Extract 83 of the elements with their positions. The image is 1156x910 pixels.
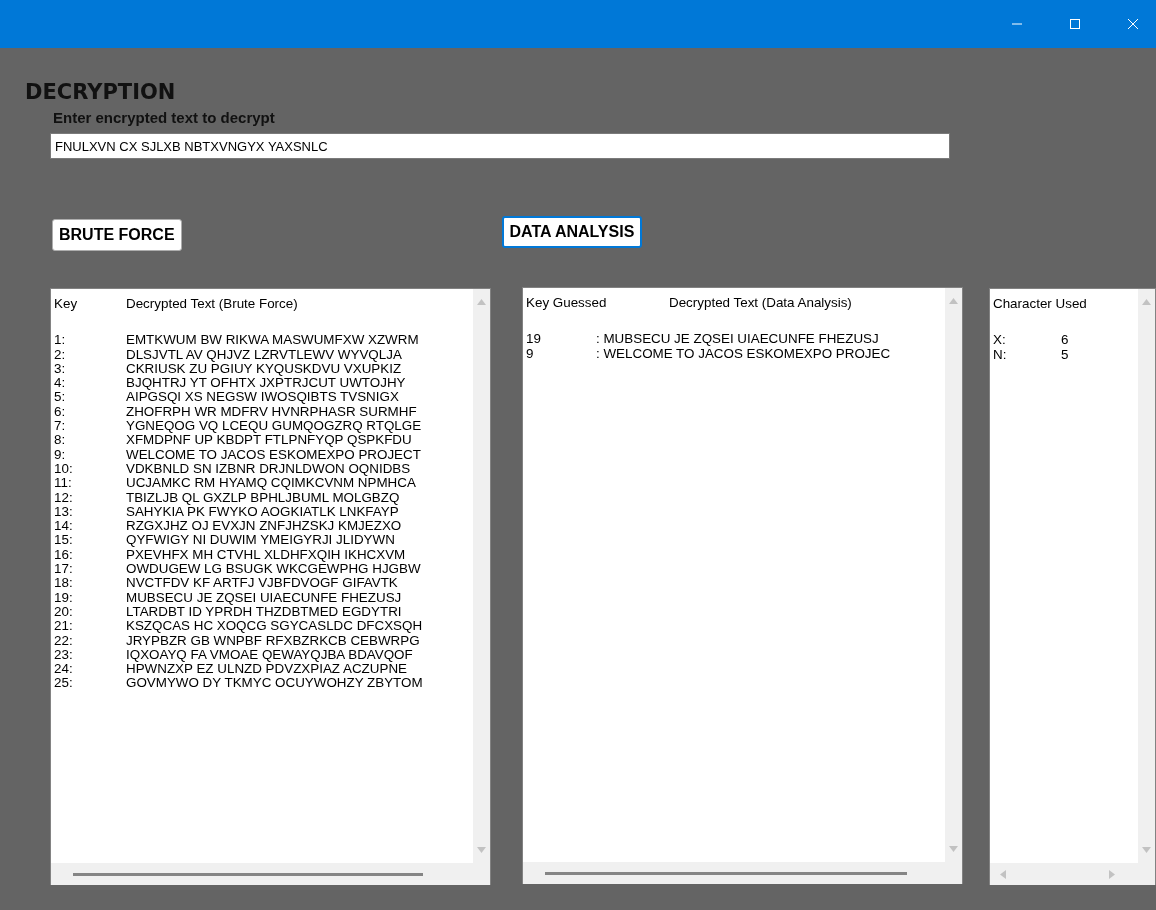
scroll-down-icon[interactable] bbox=[477, 847, 486, 853]
key-cell-text: 8: bbox=[54, 433, 67, 448]
key-cell-text: 19: bbox=[54, 590, 74, 605]
key-cell-text: 25: bbox=[54, 676, 74, 691]
key-cell-text: 18: bbox=[54, 576, 74, 591]
scrollbar-thumb[interactable] bbox=[545, 871, 907, 875]
text-cell: HPWNZXP EZ ULNZD PDVZXPIAZ ACZUPNE bbox=[126, 662, 407, 677]
text-cell: YGNEQOG VQ LCEQU GUMQOGZRQ RTQLGE bbox=[126, 419, 422, 434]
maximize-icon[interactable] bbox=[1069, 18, 1081, 30]
text-cell: NVCTFDV KF ARTFJ VJBFDVOGF GIFAVTK bbox=[126, 576, 398, 591]
count-cell: 6 bbox=[1061, 333, 1069, 348]
text-cell: CKRIUSK ZU PGIUY KYQUSKDVU VXUPKIZ bbox=[126, 361, 402, 377]
column-header: Decrypted Text (Brute Force) bbox=[126, 297, 298, 312]
text-cell: TBIZLJB QL GXZLP BPHLJBUML MOLGBZQ bbox=[126, 490, 400, 505]
brute-force-button[interactable]: BRUTE FORCE bbox=[52, 219, 182, 251]
scroll-up-icon[interactable] bbox=[1142, 299, 1151, 305]
key-cell-text: 16: bbox=[54, 547, 74, 563]
key-cell-text: 23: bbox=[54, 647, 74, 663]
text-cell: JRYPBZR GB WNPBF RFXBZRKCB CEBWRPG bbox=[126, 633, 420, 648]
key-cell-text: 24: bbox=[54, 662, 74, 677]
text-cell: QYFWIGY NI DUWIM YMEIGYRJI JLIDYWN bbox=[126, 533, 395, 548]
text-cell: EMTKWUM BW RIKWA MASWUMFXW XZWRM bbox=[126, 333, 419, 348]
text-cell: SAHYKIA PK FWYKO AOGKIATLK LNKFAYP bbox=[126, 504, 399, 520]
key-cell-text: 5: bbox=[54, 390, 67, 405]
text-cell: XFMDPNF UP KBDPT FTLPNFYQP QSPKFDU bbox=[126, 433, 412, 448]
text-cell: BJQHTRJ YT OFHTX JXPTRJCUT UWTOJHY bbox=[126, 376, 406, 391]
scrollbar-thumb[interactable] bbox=[73, 872, 423, 876]
text-cell: PXEVHFX MH CTVHL XLDHFXQIH IKHCXVM bbox=[126, 547, 406, 563]
key-cell-text: 4: bbox=[54, 376, 67, 391]
count-cell: 5 bbox=[1061, 347, 1069, 362]
column-header: Character Used bbox=[993, 297, 1087, 312]
text-cell: DLSJVTL AV QHJVZ LZRVTLEWV WYVQLJA bbox=[126, 347, 402, 362]
key-cell-text: 2: bbox=[54, 347, 67, 362]
text-cell: VDKBNLD SN IZBNR DRJNLDWON OQNIDBS bbox=[126, 461, 411, 477]
text-cell: WELCOME TO JACOS ESKOMEXPO PROJECT bbox=[126, 447, 421, 462]
key-cell-text: 22: bbox=[54, 633, 74, 648]
text-cell: KSZQCAS HC XOQCG SGYCASLDC DFCXSQH bbox=[126, 619, 423, 634]
text-cell: MUBSECU JE ZQSEI UIAECUNFE FHEZUSJ bbox=[126, 590, 402, 605]
column-header: Decrypted Text (Data Analysis) bbox=[669, 296, 852, 311]
page-heading: DECRYPTION bbox=[25, 80, 176, 104]
column-header: Key Guessed bbox=[526, 296, 608, 311]
text-cell: ZHOFRPH WR MDFRV HVNRPHASR SURMHF bbox=[126, 404, 417, 420]
key-cell-text: 9 bbox=[526, 346, 535, 361]
text-cell: GOVMYWO DY TKMYC OCUYWOHZY ZBYTOM bbox=[126, 676, 423, 691]
key-cell-text: 15: bbox=[54, 533, 74, 548]
text-cell: OWDUGEW LG BSUGK WKCGEWPHG HJGBW bbox=[126, 562, 421, 577]
vertical-scrollbar[interactable] bbox=[1138, 289, 1155, 863]
key-cell-text: 12: bbox=[54, 490, 74, 505]
close-icon[interactable] bbox=[1127, 18, 1139, 30]
character-cell-text: N: bbox=[993, 347, 1008, 362]
scroll-down-icon[interactable] bbox=[1142, 847, 1151, 853]
key-cell-text: 14: bbox=[54, 519, 74, 534]
key-cell-text: 17: bbox=[54, 562, 74, 577]
key-cell-text: 1: bbox=[54, 333, 67, 348]
scroll-left-icon[interactable] bbox=[1000, 869, 1006, 879]
key-cell-text: 21: bbox=[54, 619, 74, 634]
vertical-scrollbar[interactable] bbox=[945, 288, 962, 862]
key-cell-text: 11: bbox=[54, 476, 73, 491]
data-analysis-button[interactable]: DATA ANALYSIS bbox=[501, 216, 643, 248]
column-header: Key bbox=[54, 297, 79, 312]
text-cell: LTARDBT ID YPRDH THZDBTMED EGDYTRI bbox=[126, 604, 402, 620]
key-cell-text: 19 bbox=[526, 332, 542, 347]
key-cell-text: 10: bbox=[54, 461, 74, 477]
key-cell-text: 13: bbox=[54, 504, 74, 520]
key-cell-text: 6: bbox=[54, 404, 67, 420]
scroll-right-icon[interactable] bbox=[1109, 869, 1115, 879]
text-cell: : WELCOME TO JACOS ESKOMEXPO PROJEC bbox=[596, 346, 891, 361]
character-cell-text: X: bbox=[993, 333, 1007, 348]
text-cell: RZGXJHZ OJ EVXJN ZNFJHZSKJ KMJEZXO bbox=[126, 519, 402, 534]
text-cell: : MUBSECU JE ZQSEI UIAECUNFE FHEZUSJ bbox=[596, 332, 879, 347]
encrypted-text-field[interactable]: FNULXVN CX SJLXB NBTXVNGYX YAXSNLC bbox=[50, 133, 950, 159]
key-cell-text: 7: bbox=[54, 419, 67, 434]
scroll-up-icon[interactable] bbox=[949, 298, 958, 304]
scroll-up-icon[interactable] bbox=[477, 299, 486, 305]
text-cell: UCJAMKC RM HYAMQ CQIMKCVNM NPMHCA bbox=[126, 476, 416, 491]
key-cell-text: 3: bbox=[54, 361, 67, 377]
input-label: Enter encrypted text to decrypt bbox=[53, 109, 275, 127]
scroll-down-icon[interactable] bbox=[949, 846, 958, 852]
key-cell-text: 20: bbox=[54, 604, 74, 620]
text-cell: IQXOAYQ FA VMOAE QEWAYQJBA BDAVQOF bbox=[126, 647, 413, 663]
text-cell: AIPGSQI XS NEGSW IWOSQIBTS TVSNIGX bbox=[126, 390, 399, 405]
vertical-scrollbar[interactable] bbox=[473, 289, 490, 863]
key-cell-text: 9: bbox=[54, 447, 67, 462]
